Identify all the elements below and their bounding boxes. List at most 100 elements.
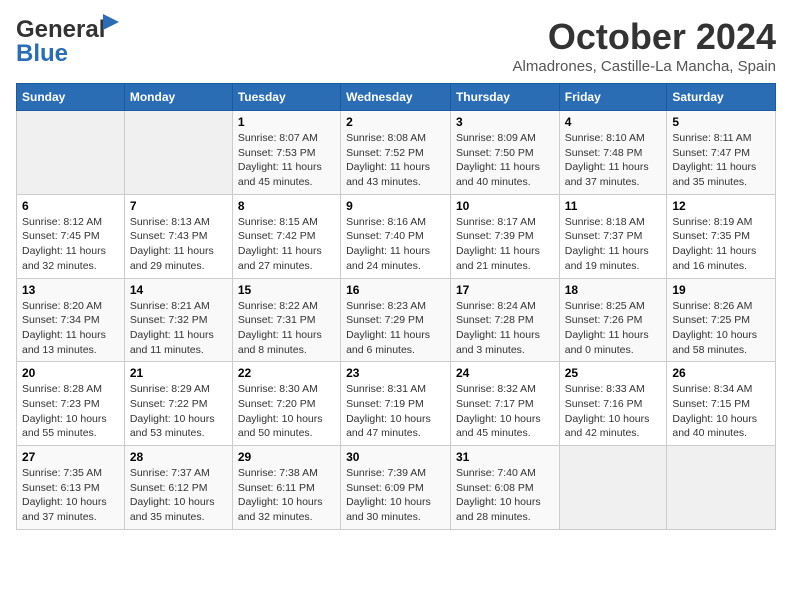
day-number: 14 (130, 283, 227, 297)
calendar-cell (17, 111, 125, 195)
day-info: Sunrise: 8:29 AM Sunset: 7:22 PM Dayligh… (130, 382, 227, 441)
calendar-cell: 28Sunrise: 7:37 AM Sunset: 6:12 PM Dayli… (124, 446, 232, 530)
calendar-week-row: 1Sunrise: 8:07 AM Sunset: 7:53 PM Daylig… (17, 111, 776, 195)
day-info: Sunrise: 8:21 AM Sunset: 7:32 PM Dayligh… (130, 299, 227, 358)
calendar-cell (667, 446, 776, 530)
calendar-cell: 20Sunrise: 8:28 AM Sunset: 7:23 PM Dayli… (17, 362, 125, 446)
day-info: Sunrise: 8:19 AM Sunset: 7:35 PM Dayligh… (672, 215, 770, 274)
calendar-cell: 16 Sunrise: 8:23 AM Sunset: 7:29 PM Dayli… (341, 278, 451, 362)
calendar-cell: 9 Sunrise: 8:16 AM Sunset: 7:40 PM Daylig… (341, 194, 451, 278)
calendar-table: SundayMondayTuesdayWednesdayThursdayFrid… (16, 83, 776, 530)
calendar-cell: 14 Sunrise: 8:21 AM Sunset: 7:32 PM Dayli… (124, 278, 232, 362)
weekday-header: Sunday (17, 84, 125, 111)
logo-text-blue: Blue (16, 40, 68, 68)
calendar-cell: 17Sunrise: 8:24 AM Sunset: 7:28 PM Dayli… (450, 278, 559, 362)
day-number: 29 (238, 450, 335, 464)
day-number: 2 (346, 115, 445, 129)
weekday-header: Friday (559, 84, 667, 111)
weekday-header: Wednesday (341, 84, 451, 111)
calendar-week-row: 6 Sunrise: 8:12 AM Sunset: 7:45 PM Daylig… (17, 194, 776, 278)
day-info: Sunrise: 8:15 AM Sunset: 7:42 PM Dayligh… (238, 215, 335, 274)
calendar-cell: 25Sunrise: 8:33 AM Sunset: 7:16 PM Dayli… (559, 362, 667, 446)
day-info: Sunrise: 7:37 AM Sunset: 6:12 PM Dayligh… (130, 466, 227, 525)
day-number: 30 (346, 450, 445, 464)
calendar-cell: 30 Sunrise: 7:39 AM Sunset: 6:09 PM Dayli… (341, 446, 451, 530)
day-number: 13 (22, 283, 119, 297)
day-info: Sunrise: 8:23 AM Sunset: 7:29 PM Dayligh… (346, 299, 445, 358)
calendar-cell: 3Sunrise: 8:09 AM Sunset: 7:50 PM Daylig… (450, 111, 559, 195)
day-number: 24 (456, 366, 554, 380)
calendar-cell: 24 Sunrise: 8:32 AM Sunset: 7:17 PM Dayli… (450, 362, 559, 446)
calendar-cell: 13 Sunrise: 8:20 AM Sunset: 7:34 PM Dayli… (17, 278, 125, 362)
day-info: Sunrise: 8:24 AM Sunset: 7:28 PM Dayligh… (456, 299, 554, 358)
day-number: 10 (456, 199, 554, 213)
calendar-header-row: SundayMondayTuesdayWednesdayThursdayFrid… (17, 84, 776, 111)
month-title: October 2024 (513, 16, 776, 58)
day-info: Sunrise: 8:34 AM Sunset: 7:15 PM Dayligh… (672, 382, 770, 441)
day-number: 21 (130, 366, 227, 380)
day-info: Sunrise: 8:32 AM Sunset: 7:17 PM Dayligh… (456, 382, 554, 441)
day-number: 8 (238, 199, 335, 213)
day-info: Sunrise: 7:39 AM Sunset: 6:09 PM Dayligh… (346, 466, 445, 525)
calendar-cell: 6 Sunrise: 8:12 AM Sunset: 7:45 PM Daylig… (17, 194, 125, 278)
calendar-cell: 15 Sunrise: 8:22 AM Sunset: 7:31 PM Dayli… (232, 278, 340, 362)
day-number: 25 (565, 366, 662, 380)
day-info: Sunrise: 8:31 AM Sunset: 7:19 PM Dayligh… (346, 382, 445, 441)
location-title: Almadrones, Castille-La Mancha, Spain (513, 58, 776, 75)
calendar-cell: 11 Sunrise: 8:18 AM Sunset: 7:37 PM Dayli… (559, 194, 667, 278)
calendar-cell: 21 Sunrise: 8:29 AM Sunset: 7:22 PM Dayli… (124, 362, 232, 446)
calendar-week-row: 13 Sunrise: 8:20 AM Sunset: 7:34 PM Dayli… (17, 278, 776, 362)
calendar-cell (559, 446, 667, 530)
day-number: 3 (456, 115, 554, 129)
calendar-cell: 8 Sunrise: 8:15 AM Sunset: 7:42 PM Daylig… (232, 194, 340, 278)
day-number: 15 (238, 283, 335, 297)
page-header: General Blue October 2024 Almadrones, Ca… (16, 16, 776, 75)
logo-arrow-icon (103, 14, 123, 34)
calendar-cell: 5Sunrise: 8:11 AM Sunset: 7:47 PM Daylig… (667, 111, 776, 195)
day-number: 27 (22, 450, 119, 464)
day-info: Sunrise: 8:18 AM Sunset: 7:37 PM Dayligh… (565, 215, 662, 274)
day-number: 1 (238, 115, 335, 129)
calendar-cell: 4Sunrise: 8:10 AM Sunset: 7:48 PM Daylig… (559, 111, 667, 195)
day-number: 12 (672, 199, 770, 213)
weekday-header: Saturday (667, 84, 776, 111)
calendar-cell: 12 Sunrise: 8:19 AM Sunset: 7:35 PM Dayli… (667, 194, 776, 278)
day-number: 19 (672, 283, 770, 297)
day-info: Sunrise: 8:20 AM Sunset: 7:34 PM Dayligh… (22, 299, 119, 358)
calendar-cell: 19 Sunrise: 8:26 AM Sunset: 7:25 PM Dayli… (667, 278, 776, 362)
day-number: 20 (22, 366, 119, 380)
day-number: 11 (565, 199, 662, 213)
day-number: 9 (346, 199, 445, 213)
weekday-header: Monday (124, 84, 232, 111)
day-info: Sunrise: 8:25 AM Sunset: 7:26 PM Dayligh… (565, 299, 662, 358)
calendar-cell: 22Sunrise: 8:30 AM Sunset: 7:20 PM Dayli… (232, 362, 340, 446)
day-number: 16 (346, 283, 445, 297)
day-info: Sunrise: 8:22 AM Sunset: 7:31 PM Dayligh… (238, 299, 335, 358)
day-info: Sunrise: 7:40 AM Sunset: 6:08 PM Dayligh… (456, 466, 554, 525)
day-number: 6 (22, 199, 119, 213)
calendar-cell: 29Sunrise: 7:38 AM Sunset: 6:11 PM Dayli… (232, 446, 340, 530)
day-info: Sunrise: 8:10 AM Sunset: 7:48 PM Dayligh… (565, 131, 662, 190)
calendar-cell: 1Sunrise: 8:07 AM Sunset: 7:53 PM Daylig… (232, 111, 340, 195)
weekday-header: Tuesday (232, 84, 340, 111)
day-number: 26 (672, 366, 770, 380)
day-info: Sunrise: 8:08 AM Sunset: 7:52 PM Dayligh… (346, 131, 445, 190)
calendar-cell: 10 Sunrise: 8:17 AM Sunset: 7:39 PM Dayli… (450, 194, 559, 278)
day-number: 7 (130, 199, 227, 213)
day-info: Sunrise: 8:12 AM Sunset: 7:45 PM Dayligh… (22, 215, 119, 274)
day-info: Sunrise: 8:16 AM Sunset: 7:40 PM Dayligh… (346, 215, 445, 274)
calendar-cell: 2 Sunrise: 8:08 AM Sunset: 7:52 PM Daylig… (341, 111, 451, 195)
day-info: Sunrise: 8:17 AM Sunset: 7:39 PM Dayligh… (456, 215, 554, 274)
day-info: Sunrise: 8:26 AM Sunset: 7:25 PM Dayligh… (672, 299, 770, 358)
calendar-week-row: 27 Sunrise: 7:35 AM Sunset: 6:13 PM Dayli… (17, 446, 776, 530)
logo-text-general: General (16, 16, 105, 43)
day-info: Sunrise: 7:35 AM Sunset: 6:13 PM Dayligh… (22, 466, 119, 525)
calendar-cell: 27 Sunrise: 7:35 AM Sunset: 6:13 PM Dayli… (17, 446, 125, 530)
calendar-cell: 7 Sunrise: 8:13 AM Sunset: 7:43 PM Daylig… (124, 194, 232, 278)
calendar-week-row: 20Sunrise: 8:28 AM Sunset: 7:23 PM Dayli… (17, 362, 776, 446)
day-number: 18 (565, 283, 662, 297)
calendar-cell: 26 Sunrise: 8:34 AM Sunset: 7:15 PM Dayli… (667, 362, 776, 446)
day-info: Sunrise: 8:11 AM Sunset: 7:47 PM Dayligh… (672, 131, 770, 190)
day-number: 23 (346, 366, 445, 380)
day-info: Sunrise: 8:13 AM Sunset: 7:43 PM Dayligh… (130, 215, 227, 274)
